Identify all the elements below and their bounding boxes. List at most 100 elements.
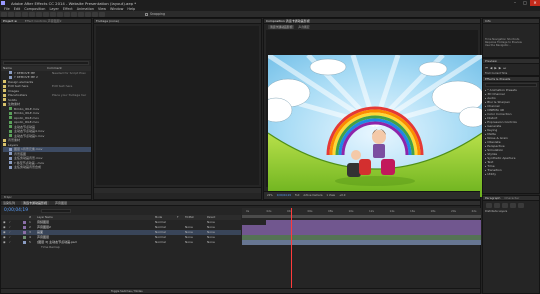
layer-label-swatch[interactable]: [23, 225, 26, 229]
clone-tool-icon[interactable]: [78, 11, 84, 17]
tab-effects-presets[interactable]: Effects & Presets: [485, 77, 510, 81]
layer-name[interactable]: 音频图层: [37, 220, 49, 224]
layer-trkmat[interactable]: None: [185, 240, 193, 244]
disclosure-triangle-icon[interactable]: ▸: [485, 129, 486, 132]
menu-file[interactable]: File: [4, 7, 10, 11]
audio-icon[interactable]: ♪: [9, 235, 11, 239]
disclosure-triangle-icon[interactable]: ▸: [485, 125, 486, 128]
layer-parent[interactable]: None: [207, 225, 215, 229]
pan-behind-tool-icon[interactable]: [43, 11, 49, 17]
align-center-icon[interactable]: [494, 203, 500, 208]
brush-tool-icon[interactable]: [71, 11, 77, 17]
tab-preview[interactable]: Preview: [485, 59, 497, 63]
align-middle-icon[interactable]: [518, 203, 524, 208]
layer-label-swatch[interactable]: [23, 230, 26, 234]
disclosure-triangle-icon[interactable]: ▸: [485, 173, 486, 176]
visibility-eye-icon[interactable]: ◉: [3, 235, 6, 239]
layer-label-swatch[interactable]: [23, 235, 26, 239]
views-select[interactable]: 1 View: [326, 194, 335, 197]
menu-view[interactable]: View: [98, 7, 106, 11]
column-comment[interactable]: Comment: [47, 66, 62, 70]
disclosure-triangle-icon[interactable]: ▸: [485, 141, 486, 144]
menu-edit[interactable]: Edit: [14, 7, 21, 11]
work-area-bar[interactable]: [242, 215, 481, 218]
bit-depth-label[interactable]: 8 bpc: [4, 195, 12, 199]
align-left-icon[interactable]: [486, 203, 492, 208]
layer-mode[interactable]: Normal: [155, 240, 166, 244]
align-top-icon[interactable]: [510, 203, 516, 208]
tab-render-queue[interactable]: 渲染队列: [3, 201, 15, 205]
tab-timeline-sound[interactable]: 声音图层: [55, 201, 67, 205]
effects-category[interactable]: ▸ Utility: [485, 172, 539, 176]
subtab-sound[interactable]: 声音图层: [298, 25, 309, 29]
selection-tool-icon[interactable]: [8, 11, 14, 17]
layer-mode[interactable]: Normal: [155, 235, 166, 239]
disclosure-triangle-icon[interactable]: ▸: [485, 117, 486, 120]
project-search-input[interactable]: [3, 61, 89, 65]
zoom-tool-icon[interactable]: [22, 11, 28, 17]
last-frame-icon[interactable]: ⏭: [503, 66, 506, 70]
audio-icon[interactable]: ♪: [9, 220, 11, 224]
audio-icon[interactable]: ♪: [9, 225, 11, 229]
layer-duration-bar[interactable]: [242, 240, 481, 245]
disclosure-triangle-icon[interactable]: ▸: [485, 121, 486, 124]
visibility-eye-icon[interactable]: ◉: [3, 225, 6, 229]
layer-mode[interactable]: Normal: [155, 230, 166, 234]
tab-project[interactable]: Project ≡: [3, 19, 17, 23]
menu-help[interactable]: Help: [127, 7, 135, 11]
tab-composition[interactable]: Composition 清远卡通动画影视: [266, 19, 310, 23]
pen-tool-icon[interactable]: [57, 11, 63, 17]
disclosure-triangle-icon[interactable]: ▸: [485, 89, 486, 92]
audio-icon[interactable]: ♪: [9, 230, 11, 234]
menu-window[interactable]: Window: [110, 7, 123, 11]
disclosure-triangle-icon[interactable]: ▸: [485, 109, 486, 112]
layer-trkmat[interactable]: None: [185, 235, 193, 239]
subtab-main[interactable]: 清远卡通动画影视: [268, 24, 295, 29]
layer-name[interactable]: 声音图层: [37, 235, 49, 239]
layer-parent[interactable]: None: [207, 230, 215, 234]
align-right-icon[interactable]: [502, 203, 508, 208]
menu-composition[interactable]: Composition: [24, 7, 45, 11]
layer-parent[interactable]: None: [207, 240, 215, 244]
visibility-eye-icon[interactable]: ◉: [3, 240, 6, 244]
layer-parent[interactable]: None: [207, 235, 215, 239]
camera-select[interactable]: Active Camera: [303, 194, 322, 197]
zoom-select[interactable]: 22%: [267, 194, 273, 197]
puppet-tool-icon[interactable]: [99, 11, 105, 17]
resolution-select[interactable]: Full: [295, 194, 299, 197]
disclosure-triangle-icon[interactable]: ▸: [485, 133, 486, 136]
tab-timeline-main[interactable]: 清远卡通动画影视: [21, 201, 50, 205]
tab-effect-controls[interactable]: Effect Controls 声音图层2: [25, 19, 62, 23]
menu-layer[interactable]: Layer: [49, 7, 58, 11]
camera-tool-icon[interactable]: [36, 11, 42, 17]
disclosure-triangle-icon[interactable]: ▸: [485, 101, 486, 104]
tab-info[interactable]: Info: [485, 19, 491, 23]
layer-duration-bar[interactable]: [265, 220, 481, 225]
disclosure-triangle-icon[interactable]: ▸: [485, 93, 486, 96]
preview-options[interactable]: From Current Time: [483, 72, 539, 75]
disclosure-triangle-icon[interactable]: ▸: [485, 145, 486, 148]
menu-animation[interactable]: Animation: [77, 7, 94, 11]
layer-label-swatch[interactable]: [23, 220, 26, 224]
rotate-tool-icon[interactable]: [29, 11, 35, 17]
shape-tool-icon[interactable]: [50, 11, 56, 17]
timeline-layer-row[interactable]: ◉ ♪ 3 画面 Normal None None: [1, 230, 241, 235]
disclosure-triangle-icon[interactable]: ▸: [485, 153, 486, 156]
layer-mode[interactable]: Normal: [155, 225, 166, 229]
timeline-layer-row[interactable]: ◉ ♪ 5 [图层 3] 主动态节点动画.psd Normal None Non…: [1, 240, 241, 245]
layer-name[interactable]: [图层 3] 主动态节点动画.psd: [37, 240, 76, 244]
tab-character[interactable]: Character: [504, 196, 519, 200]
layer-duration-bar[interactable]: [242, 235, 481, 240]
hand-tool-icon[interactable]: [15, 11, 21, 17]
layer-name[interactable]: 画面: [37, 230, 43, 234]
eraser-tool-icon[interactable]: [85, 11, 91, 17]
layer-duration-bar[interactable]: [242, 225, 481, 230]
layer-label-swatch[interactable]: [23, 240, 26, 244]
timeline-layer-row[interactable]: ◉ ♪ 2 声音图层2 Normal None None: [1, 225, 241, 230]
snapping-checkbox[interactable]: [145, 12, 148, 16]
current-time[interactable]: 0;00;04;19: [277, 194, 291, 197]
audio-icon[interactable]: ♪: [9, 240, 11, 244]
current-time-indicator[interactable]: [291, 208, 292, 288]
timeline-layer-row[interactable]: ◉ ♪ 1 音频图层 Normal None: [1, 220, 241, 225]
disclosure-triangle-icon[interactable]: ▸: [485, 137, 486, 140]
